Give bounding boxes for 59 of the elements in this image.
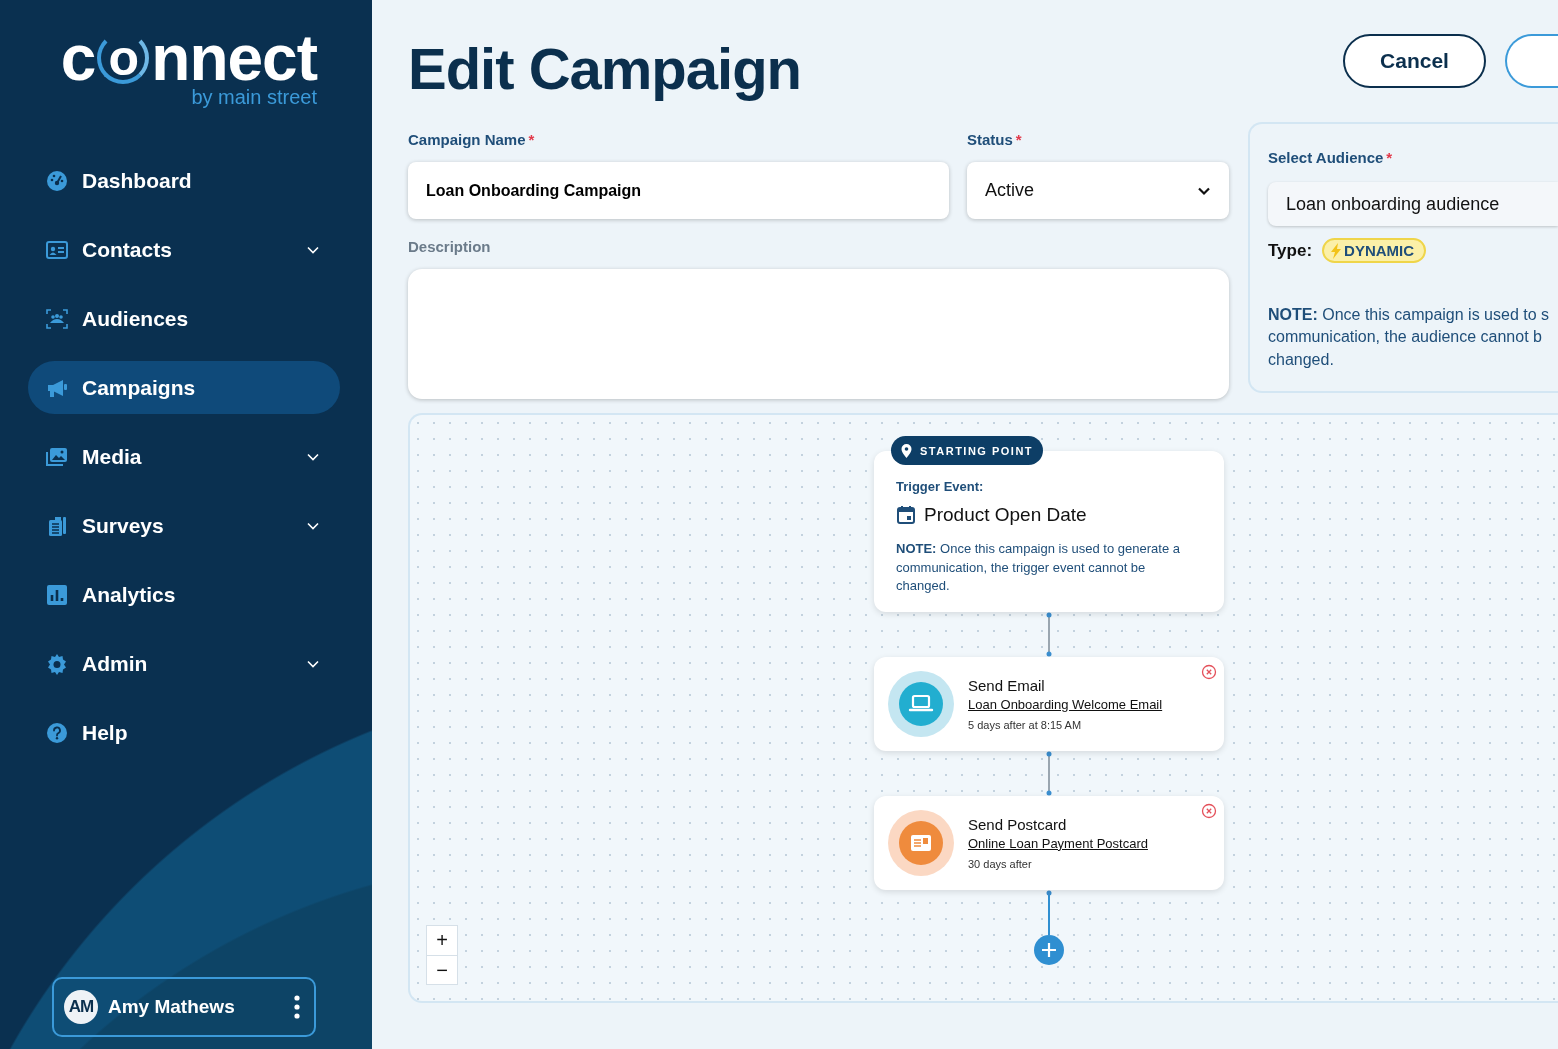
user-avatar: AM [64,990,98,1024]
nav-item[interactable]: Admin [28,637,340,690]
step-title: Send Email [968,676,1046,694]
step-link[interactable]: Online Loan Payment Postcard [968,835,1148,851]
status-dropdown[interactable]: Active [967,162,1229,219]
field-label: Select Audience * [1268,148,1394,168]
step-card[interactable]: Send Postcard Online Loan Payment Postcard 30 days after [874,795,1224,890]
description-field[interactable] [408,269,1229,399]
user-menu[interactable]: AM Amy Mathews [52,977,316,1037]
pin-icon [901,443,912,458]
help-icon [46,721,68,744]
trigger-label: Trigger Event: [896,479,985,494]
field-label: Description [408,237,492,257]
calendar-icon [896,505,916,525]
contacts-icon [46,238,68,261]
cancel-button[interactable]: Cancel [1343,34,1486,88]
brand-tagline: by main street [191,86,317,108]
dashboard-icon [46,169,68,192]
step-card[interactable]: Send Email Loan Onboarding Welcome Email 5 days after at 8:15 AM [874,656,1224,751]
nav-item[interactable]: Surveys [28,499,340,552]
remove-icon[interactable] [1201,663,1217,680]
nav-item[interactable]: Dashboard [28,154,340,207]
add-step-button[interactable] [1034,934,1064,965]
step-link[interactable]: Loan Onboarding Welcome Email [968,696,1163,712]
audience-note: NOTE: Once this campaign is used to s communication, the audience cannot b changed. [1268,304,1550,370]
audiences-icon [46,307,68,330]
trigger-note: NOTE: Once this campaign is used to generate a communication, the trigger event cannot be changed. [896,540,1181,595]
nav-item[interactable]: Contacts [28,223,340,276]
connector-line [1045,750,1053,796]
nav-item[interactable]: Analytics [28,568,340,621]
type-badge: DYNAMIC [1322,238,1427,263]
more-icon[interactable] [294,995,300,1019]
user-name: Amy Mathews [108,996,236,1018]
step-timing: 5 days after at 8:15 AM [968,718,1083,731]
step-title: Send Postcard [968,815,1068,833]
remove-icon[interactable] [1201,802,1217,819]
step-timing: 30 days after [968,857,1033,870]
page-title: Edit Campaign [408,34,803,102]
campaign-name-field[interactable]: Loan Onboarding Campaign [408,162,949,219]
brand-logo: nnect [151,30,317,86]
media-icon [46,445,68,468]
field-label: Status * [967,130,1023,150]
admin-icon [46,652,68,675]
connector-line [1045,889,1053,935]
analytics-icon [46,583,68,606]
nav-item[interactable]: Help [28,706,340,759]
audience-field[interactable]: Loan onboarding audience [1268,182,1558,226]
nav-item[interactable]: Campaigns [28,361,340,414]
starting-point-badge: STARTING POINT [891,436,1044,465]
field-label: Campaign Name * [408,130,536,150]
nav-item[interactable]: Media [28,430,340,483]
trigger-event: Product Open Date [924,504,1087,526]
nav-item[interactable]: Audiences [28,292,340,345]
brand-logo: c [60,30,96,86]
type-label: Type: [1268,240,1313,261]
connector-line [1045,611,1053,657]
plus-icon [1041,941,1057,958]
lightning-icon [1330,242,1343,259]
surveys-icon [46,514,68,537]
